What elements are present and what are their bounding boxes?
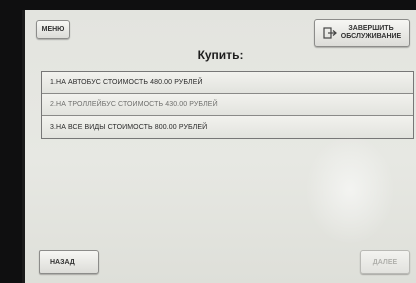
ticket-option-label: 2.НА ТРОЛЛЕЙБУС СТОИМОСТЬ 430.00 РУБЛЕЙ xyxy=(50,101,218,108)
kiosk-screen: МЕНЮ ЗАВЕРШИТЬ ОБСЛУЖИВАНИЕ Купить: 1.НА… xyxy=(22,10,416,283)
next-button-label: ДАЛЕЕ xyxy=(372,258,398,266)
next-button[interactable]: ДАЛЕЕ xyxy=(360,250,410,274)
menu-button-label: МЕНЮ xyxy=(41,26,65,33)
ticket-option-label: 3.НА ВСЕ ВИДЫ СТОИМОСТЬ 800.00 РУБЛЕЙ xyxy=(50,123,208,131)
end-service-label: ЗАВЕРШИТЬ ОБСЛУЖИВАНИЕ xyxy=(340,25,402,40)
exit-icon xyxy=(323,27,337,39)
ticket-option-label: 1.НА АВТОБУС СТОИМОСТЬ 480.00 РУБЛЕЙ xyxy=(50,79,203,86)
back-button[interactable]: НАЗАД xyxy=(39,250,99,274)
menu-button[interactable]: МЕНЮ xyxy=(36,20,70,39)
ticket-options-list: 1.НА АВТОБУС СТОИМОСТЬ 480.00 РУБЛЕЙ 2.Н… xyxy=(41,71,414,139)
ticket-option-bus[interactable]: 1.НА АВТОБУС СТОИМОСТЬ 480.00 РУБЛЕЙ xyxy=(42,72,413,94)
end-service-button[interactable]: ЗАВЕРШИТЬ ОБСЛУЖИВАНИЕ xyxy=(314,19,410,47)
screen-glare xyxy=(305,135,395,245)
ticket-option-trolleybus[interactable]: 2.НА ТРОЛЛЕЙБУС СТОИМОСТЬ 430.00 РУБЛЕЙ xyxy=(42,94,413,116)
ticket-option-all-types[interactable]: 3.НА ВСЕ ВИДЫ СТОИМОСТЬ 800.00 РУБЛЕЙ xyxy=(42,116,413,138)
back-button-label: НАЗАД xyxy=(50,258,75,266)
page-title: Купить: xyxy=(197,48,244,62)
